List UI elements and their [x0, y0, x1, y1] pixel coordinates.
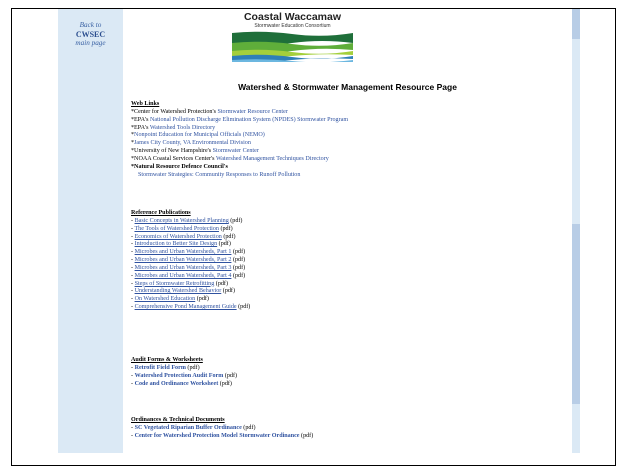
pdf-label: (pdf)	[217, 241, 231, 248]
list-item: *James City County, VA Environmental Div…	[131, 140, 348, 148]
resource-link[interactable]: Understanding Watershed Behavior	[135, 288, 222, 294]
pdf-label: (pdf)	[241, 424, 256, 431]
pdf-label: (pdf)	[231, 272, 246, 279]
resource-link[interactable]: Steps of Stormwater Retrofitting	[135, 281, 215, 287]
back-line-1: Back to	[79, 21, 102, 29]
right-accent-top	[572, 9, 580, 39]
cwsec-logo[interactable]: Coastal Waccamaw Stormwater Education Co…	[230, 11, 355, 69]
resource-link[interactable]: On Watershed Education	[135, 296, 196, 302]
section-heading: Audit Forms & Worksheets	[131, 357, 203, 363]
resource-link[interactable]: SC Vegetated Riparian Buffer Ordinance	[135, 425, 242, 431]
list-item: - Microbes and Urban Watersheds, Part 2 …	[131, 257, 250, 265]
ordinances-section: Ordinances & Technical Documents - SC Ve…	[131, 417, 313, 441]
list-item: - Retrofit Field Form (pdf)	[131, 365, 237, 373]
list-item: *University of New Hampshire's Stormwate…	[131, 148, 348, 156]
pdf-label: (pdf)	[221, 288, 235, 295]
section-heading: Ordinances & Technical Documents	[131, 417, 225, 423]
main-content: Coastal Waccamaw Stormwater Education Co…	[123, 9, 572, 453]
list-item: - Center for Watershed Protection Model …	[131, 433, 313, 441]
resource-link[interactable]: National Pollution Discharge Elimination…	[150, 117, 348, 123]
list-item: - Microbes and Urban Watersheds, Part 3 …	[131, 265, 250, 273]
list-item: *NOAA Coastal Services Center's Watershe…	[131, 156, 348, 164]
resource-link[interactable]: Basic Concepts in Watershed Planning	[135, 218, 229, 224]
pdf-label: (pdf)	[231, 264, 246, 271]
left-sidebar: Back to CWSEC main page	[58, 9, 123, 453]
list-item: - Watershed Protection Audit Form (pdf)	[131, 373, 237, 381]
resource-link[interactable]: Watershed Tools Directory	[150, 125, 215, 131]
pdf-label: (pdf)	[221, 233, 236, 240]
resource-link[interactable]: Watershed Protection Audit Form	[135, 373, 224, 379]
item-prefix: *EPA's	[131, 124, 150, 131]
pdf-label: (pdf)	[185, 364, 200, 371]
resource-link[interactable]: Microbes and Urban Watersheds, Part 2	[135, 257, 232, 263]
item-prefix: *NOAA Coastal Services Center's	[131, 155, 216, 162]
list-item: Stormwater Strategies: Community Respons…	[131, 172, 348, 180]
resource-link[interactable]: Watershed Management Techniques Director…	[216, 156, 329, 162]
resource-link[interactable]: Microbes and Urban Watersheds, Part 4	[135, 273, 232, 279]
item-prefix: *Center for Watershed Protection's	[131, 108, 218, 115]
list-item: - Microbes and Urban Watersheds, Part 1 …	[131, 249, 250, 257]
resource-link[interactable]: Microbes and Urban Watersheds, Part 1	[135, 249, 232, 255]
pdf-label: (pdf)	[236, 304, 251, 311]
audit-forms-section: Audit Forms & Worksheets - Retrofit Fiel…	[131, 357, 237, 388]
resource-link[interactable]: Microbes and Urban Watersheds, Part 3	[135, 265, 232, 271]
resource-link[interactable]: Stormwater Center	[213, 148, 259, 154]
item-prefix: *Natural Resource Defence Council's	[131, 163, 228, 170]
logo-waves-graphic	[232, 31, 353, 62]
pdf-label: (pdf)	[218, 225, 233, 232]
pdf-label: (pdf)	[228, 217, 243, 224]
reference-publications-section: Reference Publications - Basic Concepts …	[131, 210, 250, 312]
pdf-label: (pdf)	[223, 372, 238, 379]
resource-link[interactable]: Introduction to Better Site Design	[135, 241, 218, 247]
page-title: Watershed & Stormwater Management Resour…	[238, 82, 457, 92]
logo-title: Coastal Waccamaw	[243, 11, 342, 23]
list-item: - On Watershed Education (pdf)	[131, 296, 250, 304]
resource-link[interactable]: Center for Watershed Protection Model St…	[135, 433, 300, 439]
web-links-section: Web Links *Center for Watershed Protecti…	[131, 101, 348, 179]
resource-link[interactable]: Retrofit Field Form	[135, 365, 186, 371]
back-line-3: main page	[75, 39, 106, 47]
pdf-label: (pdf)	[195, 296, 209, 303]
resource-link[interactable]: The Tools of Watershed Protection	[134, 226, 219, 232]
list-item: - Code and Ordinance Worksheet (pdf)	[131, 381, 237, 389]
resource-link[interactable]: Code and Ordinance Worksheet	[135, 381, 219, 387]
pdf-label: (pdf)	[231, 249, 246, 256]
list-item: - Microbes and Urban Watersheds, Part 4 …	[131, 273, 250, 281]
resource-link[interactable]: Stormwater Resource Center	[217, 109, 287, 115]
pdf-label: (pdf)	[231, 257, 246, 264]
list-item: - Comprehensive Pond Management Guide (p…	[131, 304, 250, 312]
item-prefix: *University of New Hampshire's	[131, 148, 213, 155]
back-line-2: CWSEC	[75, 30, 106, 39]
resource-link[interactable]: Nonpoint Education for Municipal Officia…	[134, 132, 265, 138]
resource-link[interactable]: Stormwater Strategies: Community Respons…	[138, 172, 300, 178]
logo-subtitle: Stormwater Education Consortium	[254, 23, 331, 29]
list-item: *Natural Resource Defence Council's	[131, 164, 348, 172]
right-accent-mid	[572, 224, 580, 404]
right-sidebar	[572, 9, 580, 453]
list-item: *Nonpoint Education for Municipal Offici…	[131, 132, 348, 140]
list-item: *Center for Watershed Protection's Storm…	[131, 109, 348, 117]
list-item: *EPA's National Pollution Discharge Elim…	[131, 117, 348, 125]
section-heading: Web Links	[131, 101, 160, 107]
pdf-label: (pdf)	[299, 432, 314, 439]
list-item: - SC Vegetated Riparian Buffer Ordinance…	[131, 425, 313, 433]
section-heading: Reference Publications	[131, 210, 191, 216]
list-item: - Basic Concepts in Watershed Planning (…	[131, 218, 250, 226]
list-item: - The Tools of Watershed Protection (pdf…	[131, 226, 250, 234]
back-to-main-link[interactable]: Back to CWSEC main page	[58, 21, 123, 48]
resource-link[interactable]: Comprehensive Pond Management Guide	[135, 304, 237, 310]
item-prefix: *EPA's	[131, 116, 150, 123]
pdf-label: (pdf)	[218, 380, 232, 387]
resource-link[interactable]: Economics of Watershed Protection	[135, 234, 222, 240]
pdf-label: (pdf)	[214, 280, 228, 287]
resource-link[interactable]: James City County, VA Environmental Divi…	[134, 140, 251, 146]
